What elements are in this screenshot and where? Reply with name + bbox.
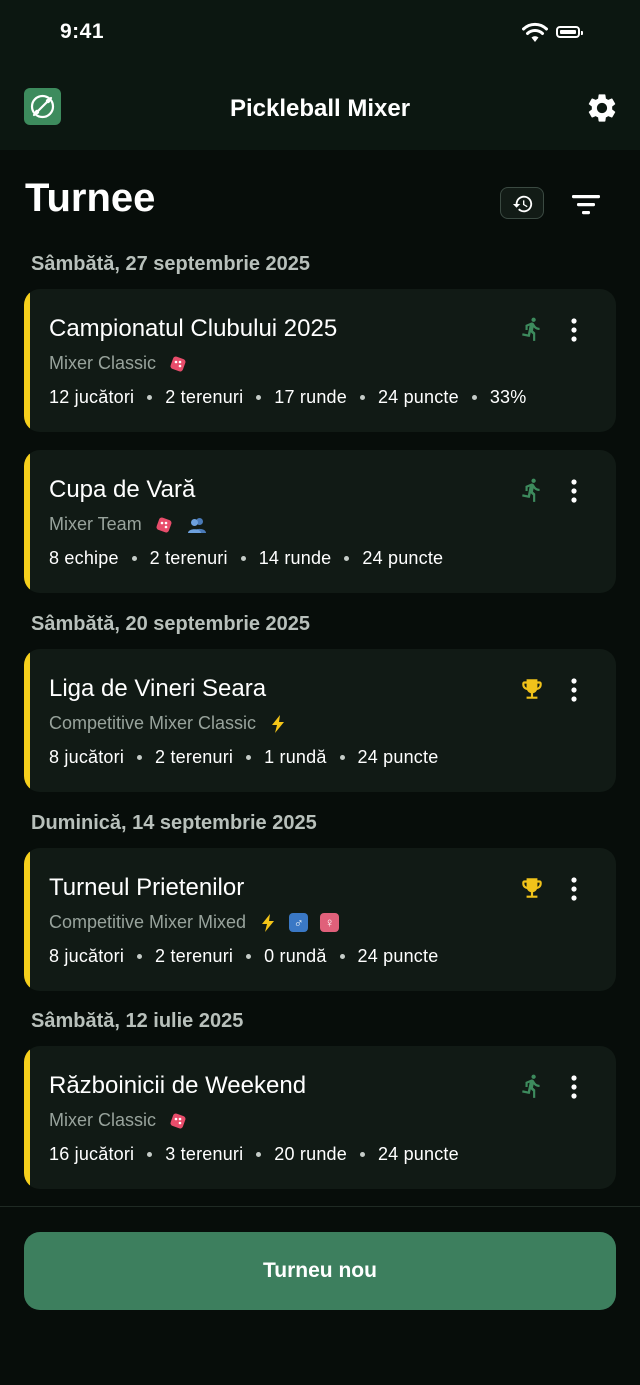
stat-progress: 33% xyxy=(489,387,527,407)
mode-label: Mixer Classic xyxy=(49,1110,157,1130)
battery-icon xyxy=(556,26,583,38)
stat-courts: 2 terenuri xyxy=(149,548,228,568)
tournament-title: Campionatul Clubului 2025 xyxy=(49,315,338,342)
stat-rounds: 20 runde xyxy=(274,1144,347,1164)
date-header: Sâmbătă, 20 septembrie 2025 xyxy=(31,613,311,635)
stat-points: 24 puncte xyxy=(377,1144,459,1164)
tournament-stats: 16 jucători 3 terenuri 20 runde 24 punct… xyxy=(49,1144,459,1165)
stat-rounds: 14 runde xyxy=(258,548,332,568)
stat-points: 24 puncte xyxy=(357,946,439,966)
team-icon xyxy=(186,515,208,534)
tournament-title: Cupa de Vară xyxy=(49,476,196,503)
stat-rounds: 17 runde xyxy=(274,387,347,407)
tournament-stats: 8 jucători 2 terenuri 1 rundă 24 puncte xyxy=(49,747,438,768)
card-accent-bar xyxy=(24,289,30,432)
tournament-mode: Competitive Mixer Classic xyxy=(49,713,287,734)
card-accent-bar xyxy=(24,1046,30,1189)
tournament-title: Liga de Vineri Seara xyxy=(49,675,267,702)
card-accent-bar xyxy=(24,848,30,991)
stat-courts: 2 terenuri xyxy=(155,747,234,767)
card-accent-bar xyxy=(24,649,30,792)
date-header: Duminică, 14 septembrie 2025 xyxy=(31,812,317,834)
stat-courts: 2 terenuri xyxy=(155,946,234,966)
more-options-icon[interactable] xyxy=(568,478,580,504)
date-header: Sâmbătă, 12 iulie 2025 xyxy=(31,1010,244,1032)
female-icon: ♀ xyxy=(320,913,340,932)
tournament-card[interactable]: Campionatul Clubului 2025 Mixer Classic … xyxy=(24,289,616,432)
lightning-icon xyxy=(258,913,277,932)
running-icon xyxy=(522,1074,540,1098)
status-bar: 9:41 xyxy=(0,0,640,70)
running-icon xyxy=(522,478,540,502)
wifi-icon xyxy=(522,22,548,42)
stat-points: 24 puncte xyxy=(362,548,444,568)
stat-players: 16 jucători xyxy=(49,1144,135,1164)
settings-gear-icon[interactable] xyxy=(585,91,619,125)
male-icon: ♂ xyxy=(289,913,309,932)
date-header: Sâmbătă, 27 septembrie 2025 xyxy=(31,253,311,275)
bottom-action-bar: Turneu nou xyxy=(0,1206,640,1385)
app-title: Pickleball Mixer xyxy=(229,95,411,122)
mode-label: Mixer Team xyxy=(49,514,142,534)
history-button[interactable] xyxy=(500,187,544,219)
mode-label: Competitive Mixer Classic xyxy=(49,713,257,733)
stat-players: 8 jucători xyxy=(49,946,125,966)
tournament-stats: 8 echipe 2 terenuri 14 runde 24 puncte xyxy=(49,548,443,569)
tournament-mode: Competitive Mixer Mixed ♂ ♀ xyxy=(49,912,340,933)
tournament-mode: Mixer Classic xyxy=(49,1110,188,1131)
stat-points: 24 puncte xyxy=(377,387,459,407)
stat-players: 12 jucători xyxy=(49,387,135,407)
tournament-card[interactable]: Războinicii de Weekend Mixer Classic 16 … xyxy=(24,1046,616,1189)
dice-icon xyxy=(168,1111,188,1130)
stat-rounds: 0 rundă xyxy=(264,946,327,966)
trophy-icon xyxy=(522,878,542,898)
stat-courts: 3 terenuri xyxy=(165,1144,244,1164)
new-tournament-button[interactable]: Turneu nou xyxy=(24,1232,616,1310)
tournament-mode: Mixer Team xyxy=(49,514,208,535)
running-icon xyxy=(522,317,540,341)
tournament-stats: 8 jucători 2 terenuri 0 rundă 24 puncte xyxy=(49,946,438,967)
card-accent-bar xyxy=(24,450,30,593)
more-options-icon[interactable] xyxy=(568,1074,580,1100)
tournament-card[interactable]: Turneul Prietenilor Competitive Mixer Mi… xyxy=(24,848,616,991)
more-options-icon[interactable] xyxy=(568,317,580,343)
tournament-card[interactable]: Liga de Vineri Seara Competitive Mixer C… xyxy=(24,649,616,792)
app-bar: Pickleball Mixer xyxy=(0,70,640,150)
stat-courts: 2 terenuri xyxy=(165,387,244,407)
tournament-title: Războinicii de Weekend xyxy=(49,1072,307,1099)
page-title: Turnee xyxy=(25,176,156,220)
stat-rounds: 1 rundă xyxy=(264,747,327,767)
trophy-icon xyxy=(522,679,542,699)
filter-icon[interactable] xyxy=(568,190,604,220)
lightning-icon xyxy=(268,714,287,733)
more-options-icon[interactable] xyxy=(568,876,580,902)
tournament-mode: Mixer Classic xyxy=(49,353,188,374)
mode-label: Mixer Classic xyxy=(49,353,157,373)
tournament-stats: 12 jucători 2 terenuri 17 runde 24 punct… xyxy=(49,387,526,408)
tournament-card[interactable]: Cupa de Vară Mixer Team 8 echipe 2 teren… xyxy=(24,450,616,593)
stat-points: 24 puncte xyxy=(357,747,439,767)
dice-icon xyxy=(154,515,174,534)
more-options-icon[interactable] xyxy=(568,677,580,703)
stat-players: 8 jucători xyxy=(49,747,125,767)
history-icon xyxy=(512,195,533,213)
mode-label: Competitive Mixer Mixed xyxy=(49,912,247,932)
stat-teams: 8 echipe xyxy=(49,548,119,568)
dice-icon xyxy=(168,354,188,373)
status-time: 9:41 xyxy=(60,20,105,43)
tournament-title: Turneul Prietenilor xyxy=(49,874,245,901)
